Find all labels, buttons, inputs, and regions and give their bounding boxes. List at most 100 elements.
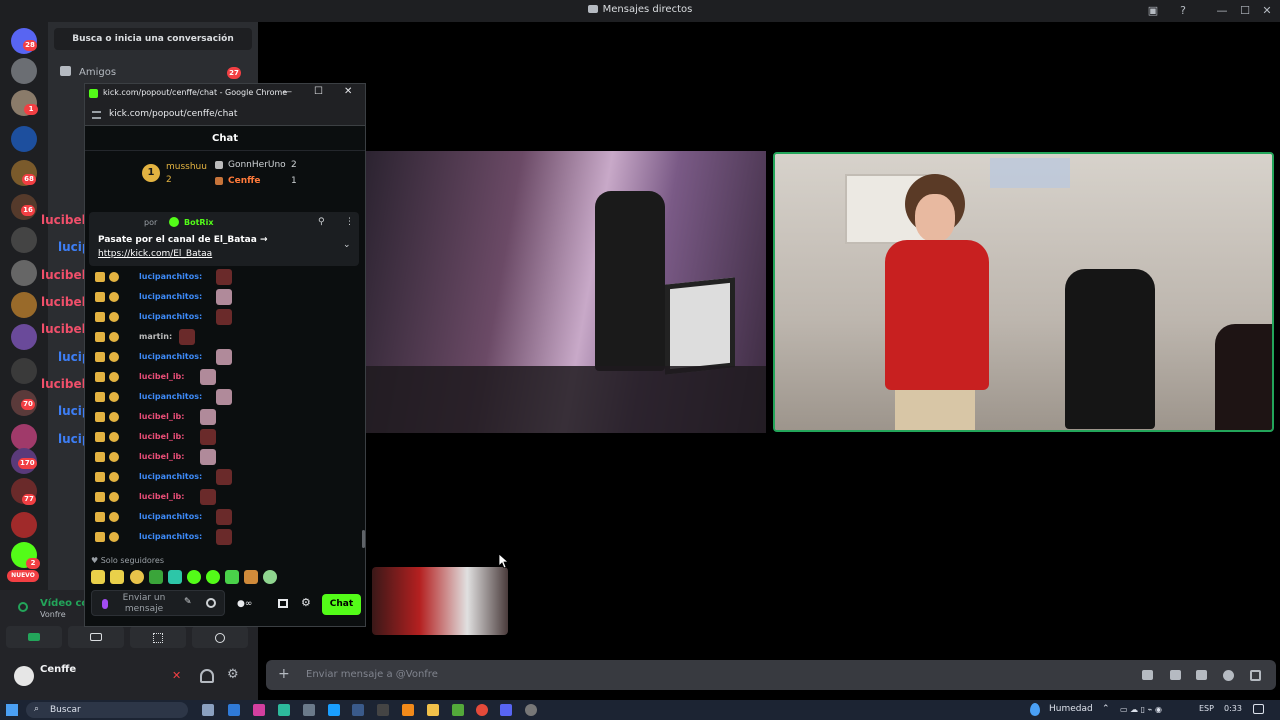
emote[interactable]: [225, 570, 239, 584]
dm-search-button[interactable]: Busca o inicia una conversación: [54, 28, 252, 50]
file-explorer-icon[interactable]: [427, 704, 439, 716]
chat-username[interactable]: martin:: [139, 332, 172, 341]
chevron-down-icon[interactable]: ⌄: [343, 240, 351, 250]
server-icon[interactable]: [11, 512, 37, 538]
emote[interactable]: [215, 469, 232, 485]
chat-username[interactable]: lucipanchitos:: [139, 312, 202, 321]
message-composer[interactable]: + Enviar mensaje a @Vonfre: [266, 660, 1276, 690]
emote[interactable]: [244, 570, 258, 584]
chat-scrollbar[interactable]: [362, 530, 365, 548]
emote[interactable]: [200, 449, 217, 465]
emoji-icon[interactable]: [1223, 670, 1234, 681]
app-icon[interactable]: [228, 704, 240, 716]
emote[interactable]: [200, 489, 217, 505]
emote[interactable]: [200, 429, 217, 445]
add-attachment-icon[interactable]: +: [278, 666, 290, 682]
sticker-icon[interactable]: [1196, 670, 1207, 680]
weather-label[interactable]: Humedad: [1049, 704, 1093, 714]
emote[interactable]: [215, 289, 232, 305]
clock[interactable]: 0:33: [1224, 704, 1242, 713]
popout-close-button[interactable]: ✕: [344, 86, 352, 97]
chat-message[interactable]: lucipanchitos:: [93, 288, 353, 306]
self-video-preview[interactable]: [372, 567, 508, 635]
chat-message[interactable]: lucipanchitos:: [93, 308, 353, 326]
notifications-icon[interactable]: [1253, 704, 1264, 714]
taskbar-search[interactable]: Buscar: [26, 702, 188, 718]
emote[interactable]: [263, 570, 277, 584]
chat-username[interactable]: lucipanchitos:: [139, 532, 202, 541]
popout-url[interactable]: kick.com/popout/cenffe/chat: [109, 109, 237, 119]
task-view-icon[interactable]: [202, 704, 214, 716]
soundboard-button[interactable]: [192, 626, 248, 648]
popout-maximize-button[interactable]: ☐: [314, 86, 323, 97]
message-input[interactable]: Enviar mensaje a @Vonfre: [306, 669, 438, 680]
chat-username[interactable]: lucibel_ib:: [139, 412, 184, 421]
emote[interactable]: [215, 349, 232, 365]
edge-icon[interactable]: [278, 704, 290, 716]
emote[interactable]: [215, 309, 232, 325]
chat-message[interactable]: lucibel_ib:: [93, 448, 353, 466]
minimize-button[interactable]: —: [1214, 3, 1230, 19]
chat-username[interactable]: lucibel_ib:: [139, 372, 184, 381]
headphones-icon[interactable]: [200, 669, 214, 683]
pinned-link[interactable]: https://kick.com/El_Bataa: [98, 249, 212, 259]
app-icon[interactable]: [352, 704, 364, 716]
emote[interactable]: [168, 570, 182, 584]
chat-username[interactable]: lucipanchitos:: [139, 272, 202, 281]
app-icon[interactable]: [253, 704, 265, 716]
close-button[interactable]: ✕: [1259, 3, 1275, 19]
emote[interactable]: [110, 570, 124, 584]
chat-username[interactable]: lucipanchitos:: [139, 352, 202, 361]
server-elite-icon[interactable]: [11, 126, 37, 152]
tray-chevron-icon[interactable]: ⌃: [1102, 704, 1110, 714]
chat-settings-icon[interactable]: ⚙: [301, 596, 311, 609]
emote[interactable]: [215, 509, 232, 525]
translate-icon[interactable]: ✎: [184, 597, 192, 607]
emote[interactable]: [200, 369, 217, 385]
pinned-message[interactable]: por BotRix ⚲ ⋮ Pasate por el canal de El…: [89, 212, 359, 266]
emote[interactable]: [206, 570, 220, 584]
camera-button[interactable]: [6, 626, 62, 648]
app-icon[interactable]: [402, 704, 414, 716]
chat-username[interactable]: lucipanchitos:: [139, 512, 202, 521]
avatar[interactable]: [14, 666, 34, 686]
app-icon[interactable]: [377, 704, 389, 716]
inbox-button[interactable]: ▣: [1145, 3, 1161, 19]
apps-icon[interactable]: [1250, 670, 1261, 681]
chat-message[interactable]: lucipanchitos:: [93, 268, 353, 286]
steam-icon[interactable]: [328, 704, 340, 716]
server-icon[interactable]: [11, 58, 37, 84]
leaderboard-second-name[interactable]: GonnHerUno: [228, 160, 286, 170]
app-icon[interactable]: [452, 704, 464, 716]
chat-username[interactable]: lucipanchitos:: [139, 292, 202, 301]
chat-message[interactable]: lucipanchitos:: [93, 348, 353, 366]
emote[interactable]: [91, 570, 105, 584]
maximize-button[interactable]: ☐: [1237, 3, 1253, 19]
store-icon[interactable]: [303, 704, 315, 716]
microphone-icon[interactable]: [102, 599, 108, 609]
start-icon[interactable]: [6, 704, 18, 716]
emote[interactable]: [215, 389, 232, 405]
emote[interactable]: [130, 570, 144, 584]
leaderboard-first-name[interactable]: musshuu: [166, 162, 207, 172]
gift-icon[interactable]: [1142, 670, 1153, 680]
emote[interactable]: [179, 329, 196, 345]
settings-gear-icon[interactable]: ⚙: [227, 667, 239, 682]
chat-input[interactable]: Enviar un mensaje ✎: [91, 590, 225, 616]
chat-message[interactable]: lucipanchitos:: [93, 388, 353, 406]
chat-message[interactable]: lucipanchitos:: [93, 468, 353, 486]
language-indicator[interactable]: ESP: [1199, 704, 1214, 713]
chat-username[interactable]: lucipanchitos:: [139, 392, 202, 401]
shop-icon[interactable]: [278, 599, 288, 608]
popout-minimize-button[interactable]: —: [283, 87, 292, 97]
activities-button[interactable]: [130, 626, 186, 648]
chat-username[interactable]: lucipanchitos:: [139, 472, 202, 481]
video-tile-room[interactable]: [365, 151, 766, 433]
friends-row[interactable]: Amigos: [60, 66, 116, 78]
help-icon[interactable]: ?: [1175, 3, 1191, 19]
emote[interactable]: [200, 409, 217, 425]
chat-username[interactable]: lucibel_ib:: [139, 492, 184, 501]
app-icon[interactable]: [525, 704, 537, 716]
emote[interactable]: [149, 570, 163, 584]
send-chat-button[interactable]: Chat: [322, 594, 361, 615]
